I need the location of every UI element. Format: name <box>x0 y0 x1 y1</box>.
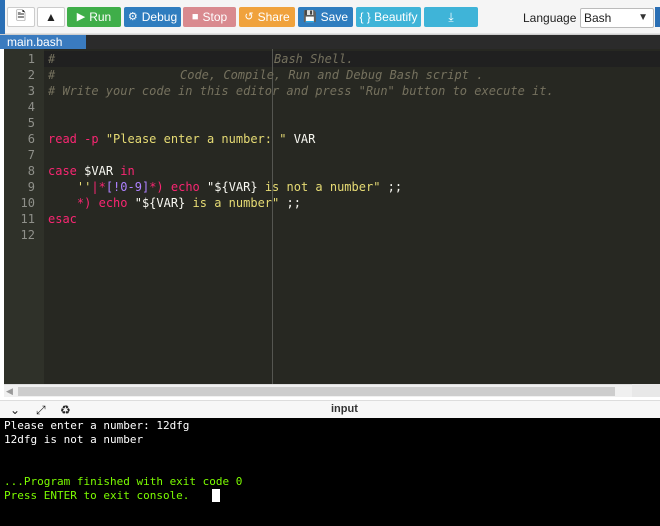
option: -p <box>84 132 99 146</box>
download-button[interactable]: ⤓ <box>424 7 478 27</box>
console-line: ...Program finished with exit code 0 <box>4 475 243 488</box>
print-margin <box>272 49 273 384</box>
line-number: 7 <box>27 148 35 162</box>
debug-label: Debug <box>141 10 178 24</box>
operator: * <box>98 180 106 194</box>
line-number: 1 <box>27 52 35 66</box>
debug-button[interactable]: ⚙ Debug <box>124 7 181 27</box>
string: "${VAR} <box>134 196 186 210</box>
string: '' <box>76 180 92 194</box>
line-number: 4 <box>27 100 35 114</box>
comment-text: # Write your code in this editor and pre… <box>48 84 554 98</box>
operator: ;; <box>387 180 403 194</box>
keyword: in <box>120 164 135 178</box>
code-line-11: esac <box>48 211 77 227</box>
io-panel-header: ⌄ ⤢ ♻ input <box>0 400 660 418</box>
operator: *) <box>76 196 92 210</box>
share-label: Share <box>257 10 290 24</box>
chevron-down-icon[interactable]: ⌄ <box>10 403 20 417</box>
code-line-6: read -p "Please enter a number: " VAR <box>48 131 315 147</box>
file-icon: 🗎 <box>16 8 26 23</box>
keyword: case <box>48 164 77 178</box>
run-button[interactable]: ▶ Run <box>67 7 121 27</box>
beautify-button[interactable]: { } Beautify <box>356 7 421 27</box>
keyword: echo <box>98 196 128 210</box>
line-number: 11 <box>20 212 35 226</box>
string: is a number" <box>192 196 280 210</box>
code-editor[interactable]: 1 2 3 4 5 6 7 8 9 10 11 12 # Bash Shell.… <box>4 49 660 384</box>
console-line: Please enter a number: 12dfg <box>4 419 190 432</box>
chevron-down-icon: ▼ <box>638 12 648 23</box>
stop-icon: ■ <box>191 10 199 23</box>
scrollbar-corner <box>632 384 660 397</box>
line-number: 12 <box>20 228 35 242</box>
line-number-gutter: 1 2 3 4 5 6 7 8 9 10 11 12 <box>4 49 44 384</box>
output-console[interactable]: Please enter a number: 12dfg 12dfg is no… <box>0 418 660 526</box>
language-select[interactable]: Bash ▼ <box>580 8 654 28</box>
operator: | <box>91 180 99 194</box>
string: is not a number" <box>264 180 381 194</box>
comment-text: Bash Shell. <box>274 52 354 66</box>
line-number: 8 <box>27 164 35 178</box>
console-cursor <box>212 489 220 502</box>
debug-icon: ⚙ <box>127 10 138 23</box>
language-label: Language <box>523 11 577 25</box>
variable: $VAR <box>84 164 114 178</box>
comment-text: Code, Compile, Run and Debug Bash script… <box>180 68 484 82</box>
toolbar: 🗎 ▲ ▶ Run ⚙ Debug ■ Stop ↺ Share 💾 Save … <box>0 0 660 34</box>
save-button[interactable]: 💾 Save <box>298 7 353 27</box>
scrollbar-thumb[interactable] <box>18 387 615 396</box>
string: "Please enter a number: " <box>105 132 287 146</box>
keyword: read <box>48 132 77 146</box>
line-number: 3 <box>27 84 35 98</box>
code-line-10: *) echo "${VAR} is a number" ;; <box>48 195 301 211</box>
variable: VAR <box>293 132 316 146</box>
line-number: 10 <box>20 196 35 210</box>
line-number: 2 <box>27 68 35 82</box>
tab-main-bash[interactable]: main.bash <box>0 35 86 49</box>
clear-console-icon[interactable]: ♻ <box>60 403 71 417</box>
beautify-label: { } Beautify <box>359 10 418 24</box>
pattern: [!0-9] <box>105 180 150 194</box>
operator: *) <box>149 180 164 194</box>
horizontal-scrollbar[interactable]: ◀ <box>4 384 660 397</box>
stop-label: Stop <box>202 10 228 24</box>
keyword: echo <box>170 180 200 194</box>
code-line-3: # Write your code in this editor and pre… <box>48 83 554 99</box>
language-value: Bash <box>584 11 612 25</box>
share-button[interactable]: ↺ Share <box>239 7 295 27</box>
code-line-9: ''|*[!0-9]*) echo "${VAR} is not a numbe… <box>48 179 402 195</box>
console-line: 12dfg is not a number <box>4 433 144 446</box>
play-icon: ▶ <box>76 10 86 23</box>
comment-hash: # <box>48 68 56 82</box>
save-icon: 💾 <box>302 10 317 23</box>
download-icon: ⤓ <box>448 9 454 24</box>
scroll-left-icon[interactable]: ◀ <box>6 386 13 397</box>
expand-icon[interactable]: ⤢ <box>36 403 46 418</box>
string: "${VAR} <box>207 180 258 194</box>
io-title: input <box>331 403 358 415</box>
line-number: 5 <box>27 116 35 130</box>
share-icon: ↺ <box>244 10 254 23</box>
tab-bar: main.bash <box>0 34 660 49</box>
upload-icon: ▲ <box>45 10 57 24</box>
right-edge-bar <box>655 7 660 27</box>
new-file-button[interactable]: 🗎 <box>7 7 35 27</box>
code-line-1: # <box>48 51 55 67</box>
operator: ;; <box>286 196 301 210</box>
save-label: Save <box>320 10 349 24</box>
left-edge-bar <box>0 0 5 34</box>
code-line-2-text: Code, Compile, Run and Debug Bash script… <box>180 67 483 83</box>
code-line-8: case $VAR in <box>48 163 135 179</box>
comment-hash: # <box>48 52 56 66</box>
code-line-2: # <box>48 67 55 83</box>
stop-button[interactable]: ■ Stop <box>183 7 236 27</box>
line-number: 9 <box>27 180 35 194</box>
line-number: 6 <box>27 132 35 146</box>
keyword: esac <box>48 212 77 226</box>
run-label: Run <box>89 10 112 24</box>
upload-button[interactable]: ▲ <box>37 7 65 27</box>
code-line-1-text: Bash Shell. <box>274 51 353 67</box>
console-line: Press ENTER to exit console. <box>4 489 190 502</box>
